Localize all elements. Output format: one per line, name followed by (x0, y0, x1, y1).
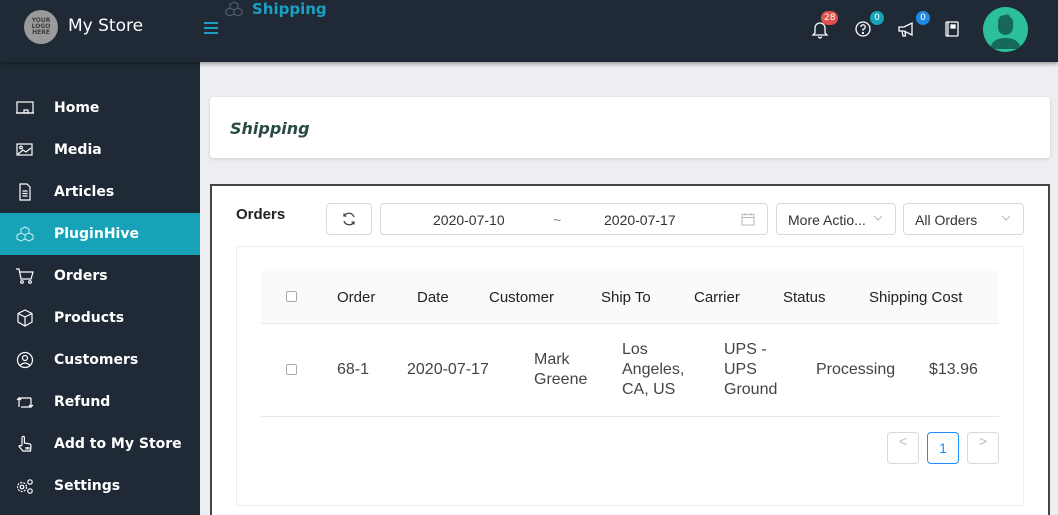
table-row[interactable]: 68-1 2020-07-17 Mark Greene Los Angeles,… (261, 324, 999, 417)
logo-text-3: HERE (32, 29, 50, 36)
column-header-date[interactable]: Date (417, 289, 449, 306)
select-all-checkbox[interactable] (286, 291, 297, 302)
order-filter-dropdown[interactable]: All Orders (903, 203, 1024, 235)
user-avatar-icon[interactable] (983, 7, 1028, 52)
document-icon (19, 183, 31, 201)
user-circle-icon (16, 351, 34, 369)
page-title-card: Shipping (210, 97, 1050, 158)
box-icon (17, 309, 33, 327)
sidebar-item-label: Add to My Store (54, 436, 182, 452)
cell-order[interactable]: 68-1 (337, 360, 369, 380)
menu-toggle-button[interactable] (204, 22, 218, 34)
refund-arrows-icon (16, 397, 34, 408)
sidebar-item-label: Settings (54, 478, 121, 494)
book-icon[interactable] (942, 19, 962, 39)
column-header-status[interactable]: Status (783, 289, 826, 306)
sidebar-item-label: Orders (54, 268, 108, 284)
sidebar-item-pluginhive[interactable]: PluginHive (0, 213, 200, 255)
sidebar-item-refund[interactable]: Refund (0, 381, 200, 423)
orders-table: Order Date Customer Ship To Carrier Stat… (236, 246, 1024, 506)
order-filter-label: All Orders (915, 212, 978, 228)
column-header-carrier[interactable]: Carrier (694, 289, 740, 306)
customer-last-name: Greene (534, 371, 588, 388)
end-date-input[interactable]: 2020-07-17 (604, 212, 676, 228)
page-title: Shipping (230, 119, 310, 138)
megaphone-icon[interactable] (897, 19, 917, 39)
pagination-page-1[interactable]: 1 (927, 432, 959, 464)
sidebar-item-orders[interactable]: Orders (0, 255, 200, 297)
hamburger-line (204, 27, 218, 29)
sidebar-item-settings[interactable]: Settings (0, 465, 200, 507)
cell-date: 2020-07-17 (407, 361, 489, 378)
ship-to-line: Angeles, (622, 361, 685, 378)
carrier-line: Ground (724, 381, 778, 398)
cell-customer: Mark Greene (534, 350, 587, 390)
sidebar-item-home[interactable]: Home (0, 87, 200, 129)
row-checkbox[interactable] (286, 364, 297, 375)
gears-icon (16, 479, 33, 494)
customer-first-name: Mark (534, 351, 570, 368)
hamburger-line (204, 32, 218, 34)
sidebar-item-label: Home (54, 100, 100, 116)
sidebar: Home Media Articles PluginHive Orders Pr… (0, 62, 200, 515)
sidebar-item-label: PluginHive (54, 226, 139, 242)
sidebar-item-label: Refund (54, 394, 111, 410)
more-actions-label: More Actio... (788, 212, 866, 228)
sidebar-item-customers[interactable]: Customers (0, 339, 200, 381)
sidebar-item-label: Products (54, 310, 125, 326)
ship-to-line: Los (622, 341, 648, 358)
column-header-ship-to[interactable]: Ship To (601, 289, 651, 306)
sidebar-item-label: Customers (54, 352, 139, 368)
hamburger-line (204, 22, 218, 24)
start-date-input[interactable]: 2020-07-10 (433, 212, 505, 228)
orders-panel: Orders 2020-07-10 ~ 2020-07-17 More Acti… (210, 184, 1050, 515)
announcement-badge: 0 (916, 11, 930, 25)
store-name: My Store (68, 16, 144, 36)
chevron-down-icon (1001, 215, 1011, 221)
column-header-shipping-cost[interactable]: Shipping Cost (869, 289, 962, 306)
cell-status: Processing (816, 361, 896, 378)
sidebar-item-label: Media (54, 142, 102, 158)
breadcrumb-title: Shipping (252, 0, 327, 18)
image-icon (16, 143, 33, 156)
cubes-icon (16, 226, 34, 242)
notification-badge: 28 (821, 11, 839, 25)
ship-to-line: CA, US (622, 381, 676, 398)
cell-carrier: UPS - UPS Ground (724, 340, 777, 400)
column-header-order[interactable]: Order (337, 289, 375, 306)
calendar-icon (741, 213, 755, 226)
pagination-prev-button[interactable]: < (887, 432, 919, 464)
cubes-icon (225, 1, 243, 17)
carrier-line: UPS (724, 361, 757, 378)
chevron-down-icon (873, 215, 883, 221)
store-logo[interactable]: YOUR LOGO HERE (24, 10, 58, 44)
sidebar-item-products[interactable]: Products (0, 297, 200, 339)
sidebar-item-articles[interactable]: Articles (0, 171, 200, 213)
column-header-customer[interactable]: Customer (489, 289, 554, 306)
carrier-line: UPS - (724, 341, 767, 358)
top-bar: YOUR LOGO HERE My Store Shipping 28 0 0 (0, 0, 1058, 62)
cell-ship-to: Los Angeles, CA, US (622, 340, 684, 400)
table-header: Order Date Customer Ship To Carrier Stat… (261, 271, 999, 324)
refresh-button[interactable] (326, 203, 372, 235)
cell-shipping-cost: $13.96 (929, 361, 978, 378)
monitor-icon (16, 101, 34, 114)
date-range-separator: ~ (553, 212, 562, 228)
pointer-hand-icon (18, 435, 32, 452)
cart-icon (16, 268, 34, 284)
date-range-picker[interactable]: 2020-07-10 ~ 2020-07-17 (380, 203, 768, 235)
refresh-icon (343, 212, 355, 226)
pagination-next-button[interactable]: > (967, 432, 999, 464)
sidebar-item-add-to-my-store[interactable]: Add to My Store (0, 423, 200, 465)
help-badge: 0 (870, 11, 884, 25)
more-actions-dropdown[interactable]: More Actio... (776, 203, 896, 235)
question-circle-icon[interactable] (853, 19, 873, 39)
sidebar-item-label: Articles (54, 184, 115, 200)
orders-title: Orders (236, 206, 286, 223)
sidebar-item-media[interactable]: Media (0, 129, 200, 171)
avatar-silhouette (983, 7, 1028, 52)
